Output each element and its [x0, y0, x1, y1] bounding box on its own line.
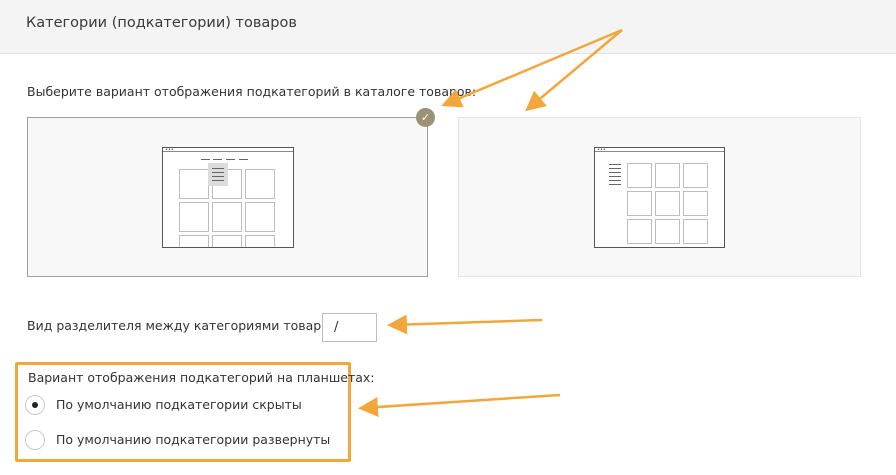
- preview-sidebar-line: [609, 184, 621, 185]
- radio-button-checked[interactable]: [25, 395, 45, 415]
- radio-button-unchecked[interactable]: [25, 430, 45, 450]
- check-icon: ✓: [416, 108, 435, 127]
- layout-option-dropdown[interactable]: •••: [27, 117, 428, 277]
- preview-menu-item: [239, 159, 248, 160]
- annotation-arrow: [358, 393, 561, 417]
- preview-tile: [212, 202, 242, 232]
- preview-topbar: [163, 148, 293, 152]
- preview-tile: [655, 219, 680, 244]
- preview-dropdown-line: [212, 176, 224, 177]
- preview-tile: [627, 219, 652, 244]
- dropdown-layout-preview: •••: [162, 147, 294, 248]
- preview-tile: [245, 169, 275, 199]
- preview-window-dots: •••: [165, 147, 174, 153]
- preview-tile: [179, 169, 209, 199]
- preview-menu-item: [226, 159, 235, 160]
- preview-tile: [245, 202, 275, 232]
- preview-sidebar-line: [609, 164, 621, 165]
- preview-tile: [683, 191, 708, 216]
- preview-dropdown-line: [212, 168, 224, 169]
- preview-tile: [179, 202, 209, 232]
- radio-label: По умолчанию подкатегории скрыты: [56, 397, 302, 412]
- preview-topbar: [595, 148, 724, 152]
- tablet-options-label: Вариант отображения подкатегорий на план…: [28, 370, 375, 385]
- preview-tile: [212, 235, 242, 247]
- layout-option-sidebar[interactable]: •••: [458, 117, 861, 277]
- preview-menu-item: [201, 159, 210, 160]
- page-header: Категории (подкатегории) товаров: [0, 0, 896, 54]
- preview-tile: [683, 219, 708, 244]
- preview-dropdown-line: [212, 172, 224, 173]
- preview-window-dots: •••: [597, 147, 606, 153]
- preview-sidebar-line: [609, 172, 621, 173]
- preview-sidebar-line: [609, 168, 621, 169]
- preview-tile: [627, 163, 652, 188]
- preview-tile: [655, 191, 680, 216]
- annotation-arrow: [387, 314, 543, 335]
- preview-tile: [179, 235, 209, 247]
- preview-tile: [683, 163, 708, 188]
- preview-menu-item: [213, 159, 222, 160]
- page-title: Категории (подкатегории) товаров: [26, 15, 297, 31]
- preview-tile: [655, 163, 680, 188]
- separator-input[interactable]: [322, 313, 377, 342]
- preview-sidebar-line: [609, 176, 621, 177]
- preview-sidebar-line: [609, 180, 621, 181]
- sidebar-layout-preview: •••: [594, 147, 725, 248]
- preview-tile: [245, 235, 275, 247]
- separator-label: Вид разделителя между категориями товаро…: [27, 318, 341, 333]
- layout-choice-label: Выберите вариант отображения подкатегори…: [27, 84, 477, 99]
- preview-dropdown-line: [212, 180, 224, 181]
- radio-label: По умолчанию подкатегории развернуты: [56, 432, 331, 447]
- preview-dropdown-panel: [208, 163, 228, 186]
- preview-tile: [627, 191, 652, 216]
